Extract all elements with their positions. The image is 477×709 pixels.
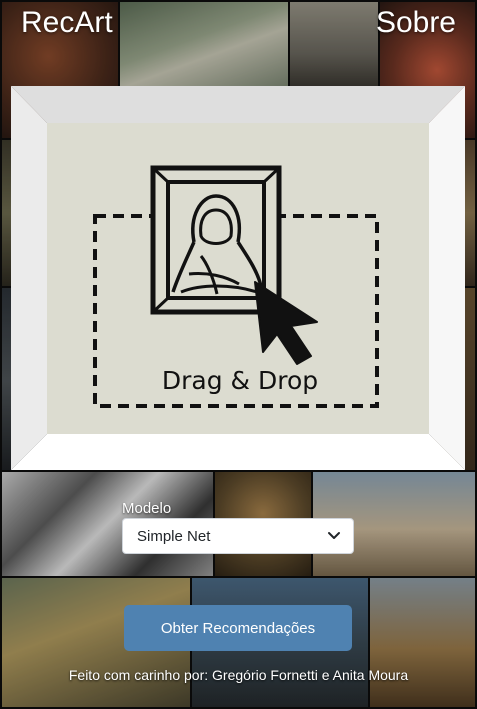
image-drop-zone[interactable]: Drag & Drop (11, 86, 465, 470)
app-logo-title[interactable]: RecArt (21, 4, 113, 42)
chevron-down-icon (327, 531, 341, 541)
model-select[interactable]: Simple Net (122, 518, 354, 554)
picture-frame: Drag & Drop (11, 86, 465, 470)
drop-zone-label: Drag & Drop (162, 366, 318, 395)
footer-credits: Feito com carinho por: Gregório Fornetti… (68, 667, 409, 683)
app-page: RecArt Sobre Drag & Drop Modelo Simple N… (0, 0, 477, 709)
get-recommendations-button[interactable]: Obter Recomendações (124, 605, 352, 651)
model-label: Modelo (122, 500, 172, 517)
model-select-value: Simple Net (137, 527, 211, 545)
about-link[interactable]: Sobre (376, 4, 456, 42)
